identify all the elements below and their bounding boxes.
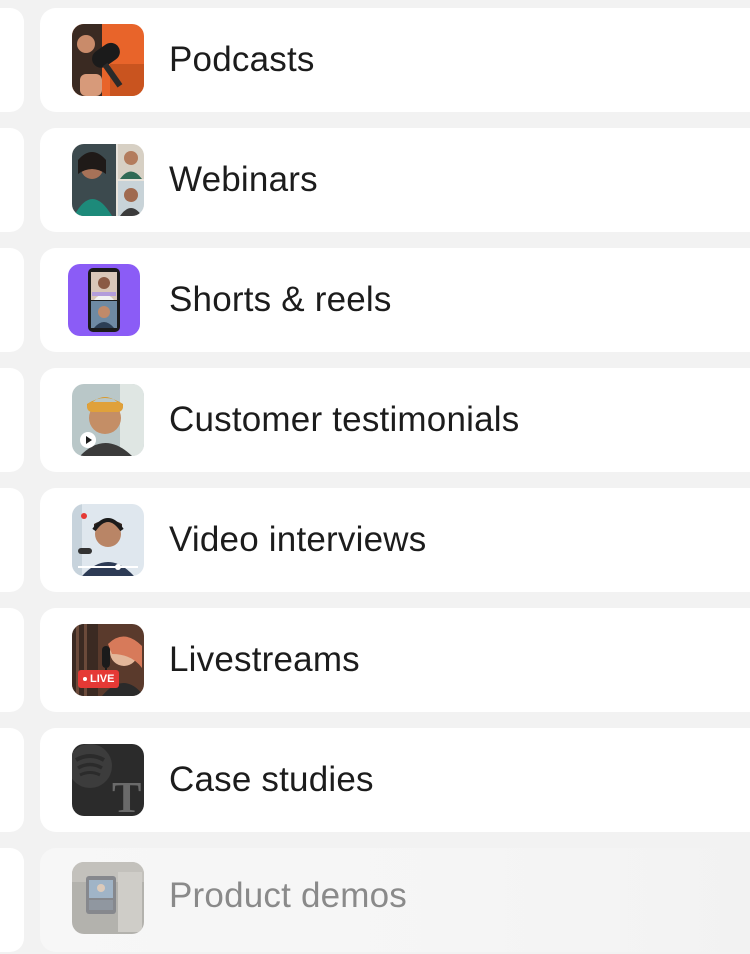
left-card[interactable]: [0, 8, 24, 112]
left-card[interactable]: [0, 608, 24, 712]
webinar-video-grid-icon: [72, 144, 144, 216]
left-column: [0, 0, 24, 954]
list-item-label: Livestreams: [169, 640, 360, 679]
list-item-podcasts[interactable]: Podcasts: [40, 8, 750, 112]
case-study-logos-icon: T: [72, 744, 144, 816]
list-item-customer-testimonials[interactable]: Customer testimonials: [40, 368, 750, 472]
testimonial-video-play-icon: [72, 384, 144, 456]
use-case-list: Podcasts Webinars Shorts & reels Custome…: [40, 0, 750, 954]
left-card[interactable]: [0, 248, 24, 352]
list-item-label: Video interviews: [169, 520, 427, 559]
list-item-shorts-reels[interactable]: Shorts & reels: [40, 248, 750, 352]
live-badge: LIVE: [78, 670, 120, 688]
list-item-case-studies[interactable]: T Case studies: [40, 728, 750, 832]
left-card[interactable]: [0, 488, 24, 592]
list-item-label: Podcasts: [169, 40, 315, 79]
podcast-microphone-icon: [72, 24, 144, 96]
list-item-product-demos[interactable]: Product demos: [40, 848, 750, 952]
product-demo-icon: [72, 862, 144, 934]
list-item-label: Case studies: [169, 760, 374, 799]
list-item-livestreams[interactable]: LIVE Livestreams: [40, 608, 750, 712]
left-card[interactable]: [0, 128, 24, 232]
left-card[interactable]: [0, 848, 24, 952]
list-item-label: Shorts & reels: [169, 280, 392, 319]
list-item-label: Product demos: [169, 876, 407, 915]
list-item-label: Customer testimonials: [169, 400, 520, 439]
svg-text:T: T: [112, 773, 141, 816]
interview-video-icon: [72, 504, 144, 576]
list-item-label: Webinars: [169, 160, 318, 199]
livestream-live-icon: LIVE: [72, 624, 144, 696]
list-item-webinars[interactable]: Webinars: [40, 128, 750, 232]
vertical-video-phone-icon: [68, 264, 140, 336]
list-item-video-interviews[interactable]: Video interviews: [40, 488, 750, 592]
left-card[interactable]: [0, 368, 24, 472]
left-card[interactable]: [0, 728, 24, 832]
